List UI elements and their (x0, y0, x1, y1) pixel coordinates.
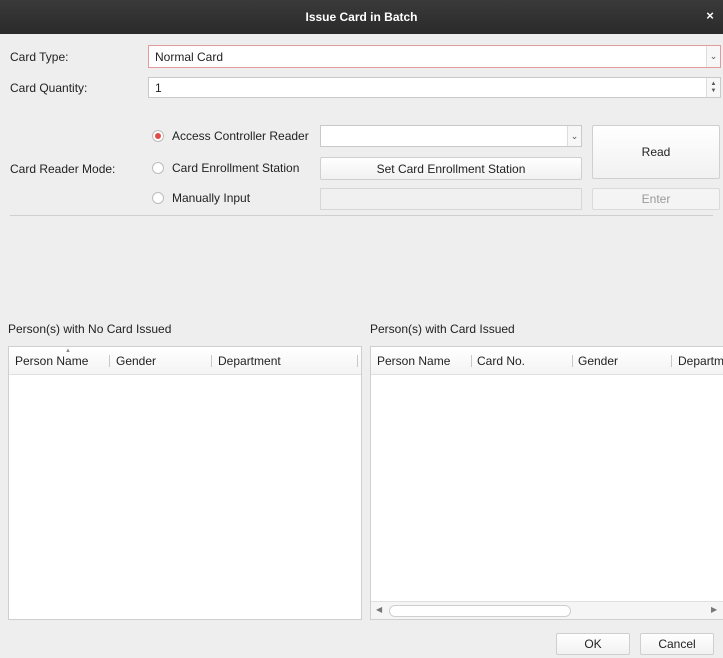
column-card-no[interactable]: Card No. (477, 354, 525, 368)
card-quantity-stepper[interactable]: 1 ▲ ▼ (148, 77, 721, 98)
card-reader-mode-label: Card Reader Mode: (10, 162, 116, 176)
radio-card-enrollment-station-label: Card Enrollment Station (172, 161, 300, 175)
column-gender[interactable]: Gender (578, 354, 618, 368)
no-card-table-header: ▲ Person Name Gender Department (9, 347, 361, 375)
horizontal-scrollbar[interactable]: ◀ ▶ (371, 601, 723, 619)
no-card-panel-title: Person(s) with No Card Issued (8, 322, 172, 336)
radio-card-enrollment-station[interactable]: Card Enrollment Station (152, 161, 299, 175)
spinner-arrows-icon[interactable]: ▲ ▼ (706, 78, 720, 97)
column-separator[interactable] (109, 355, 110, 367)
radio-access-controller-reader-label: Access Controller Reader (172, 129, 309, 143)
set-card-enrollment-station-button[interactable]: Set Card Enrollment Station (320, 157, 582, 180)
title-bar: Issue Card in Batch × (0, 0, 723, 34)
card-quantity-value: 1 (155, 80, 162, 95)
column-separator[interactable] (471, 355, 472, 367)
column-separator[interactable] (572, 355, 573, 367)
cancel-button[interactable]: Cancel (640, 633, 714, 655)
no-card-table[interactable]: ▲ Person Name Gender Department (8, 346, 362, 620)
read-button[interactable]: Read (592, 125, 720, 179)
column-department[interactable]: Departm (678, 354, 723, 368)
scroll-right-icon[interactable]: ▶ (711, 605, 717, 614)
manual-input-field[interactable] (320, 188, 582, 210)
chevron-down-icon[interactable]: ⌄ (706, 46, 720, 67)
section-divider (10, 215, 713, 216)
radio-unselected-icon[interactable] (152, 192, 164, 204)
column-separator[interactable] (357, 355, 358, 367)
scrollbar-thumb[interactable] (389, 605, 571, 617)
column-separator[interactable] (211, 355, 212, 367)
column-person-name[interactable]: Person Name (15, 354, 88, 368)
chevron-down-icon[interactable]: ⌄ (567, 126, 581, 146)
radio-manually-input[interactable]: Manually Input (152, 191, 250, 205)
column-person-name[interactable]: Person Name (377, 354, 450, 368)
card-issued-table-header: Person Name Card No. Gender Departm (371, 347, 723, 375)
radio-access-controller-reader[interactable]: Access Controller Reader (152, 129, 309, 143)
column-separator[interactable] (671, 355, 672, 367)
card-quantity-label: Card Quantity: (10, 81, 88, 95)
radio-unselected-icon[interactable] (152, 162, 164, 174)
ok-button[interactable]: OK (556, 633, 630, 655)
radio-manually-input-label: Manually Input (172, 191, 251, 205)
column-department[interactable]: Department (218, 354, 281, 368)
scroll-left-icon[interactable]: ◀ (376, 605, 382, 614)
radio-selected-icon[interactable] (152, 130, 164, 142)
card-type-label: Card Type: (10, 50, 69, 64)
card-issued-table[interactable]: Person Name Card No. Gender Departm ◀ ▶ (370, 346, 723, 620)
window-title: Issue Card in Batch (305, 10, 418, 24)
close-icon[interactable]: × (703, 9, 717, 23)
card-type-value: Normal Card (155, 49, 224, 64)
card-type-select[interactable]: Normal Card ⌄ (148, 45, 721, 68)
enter-button[interactable]: Enter (592, 188, 720, 210)
card-panel-title: Person(s) with Card Issued (370, 322, 515, 336)
reader-select[interactable]: ⌄ (320, 125, 582, 147)
column-gender[interactable]: Gender (116, 354, 156, 368)
